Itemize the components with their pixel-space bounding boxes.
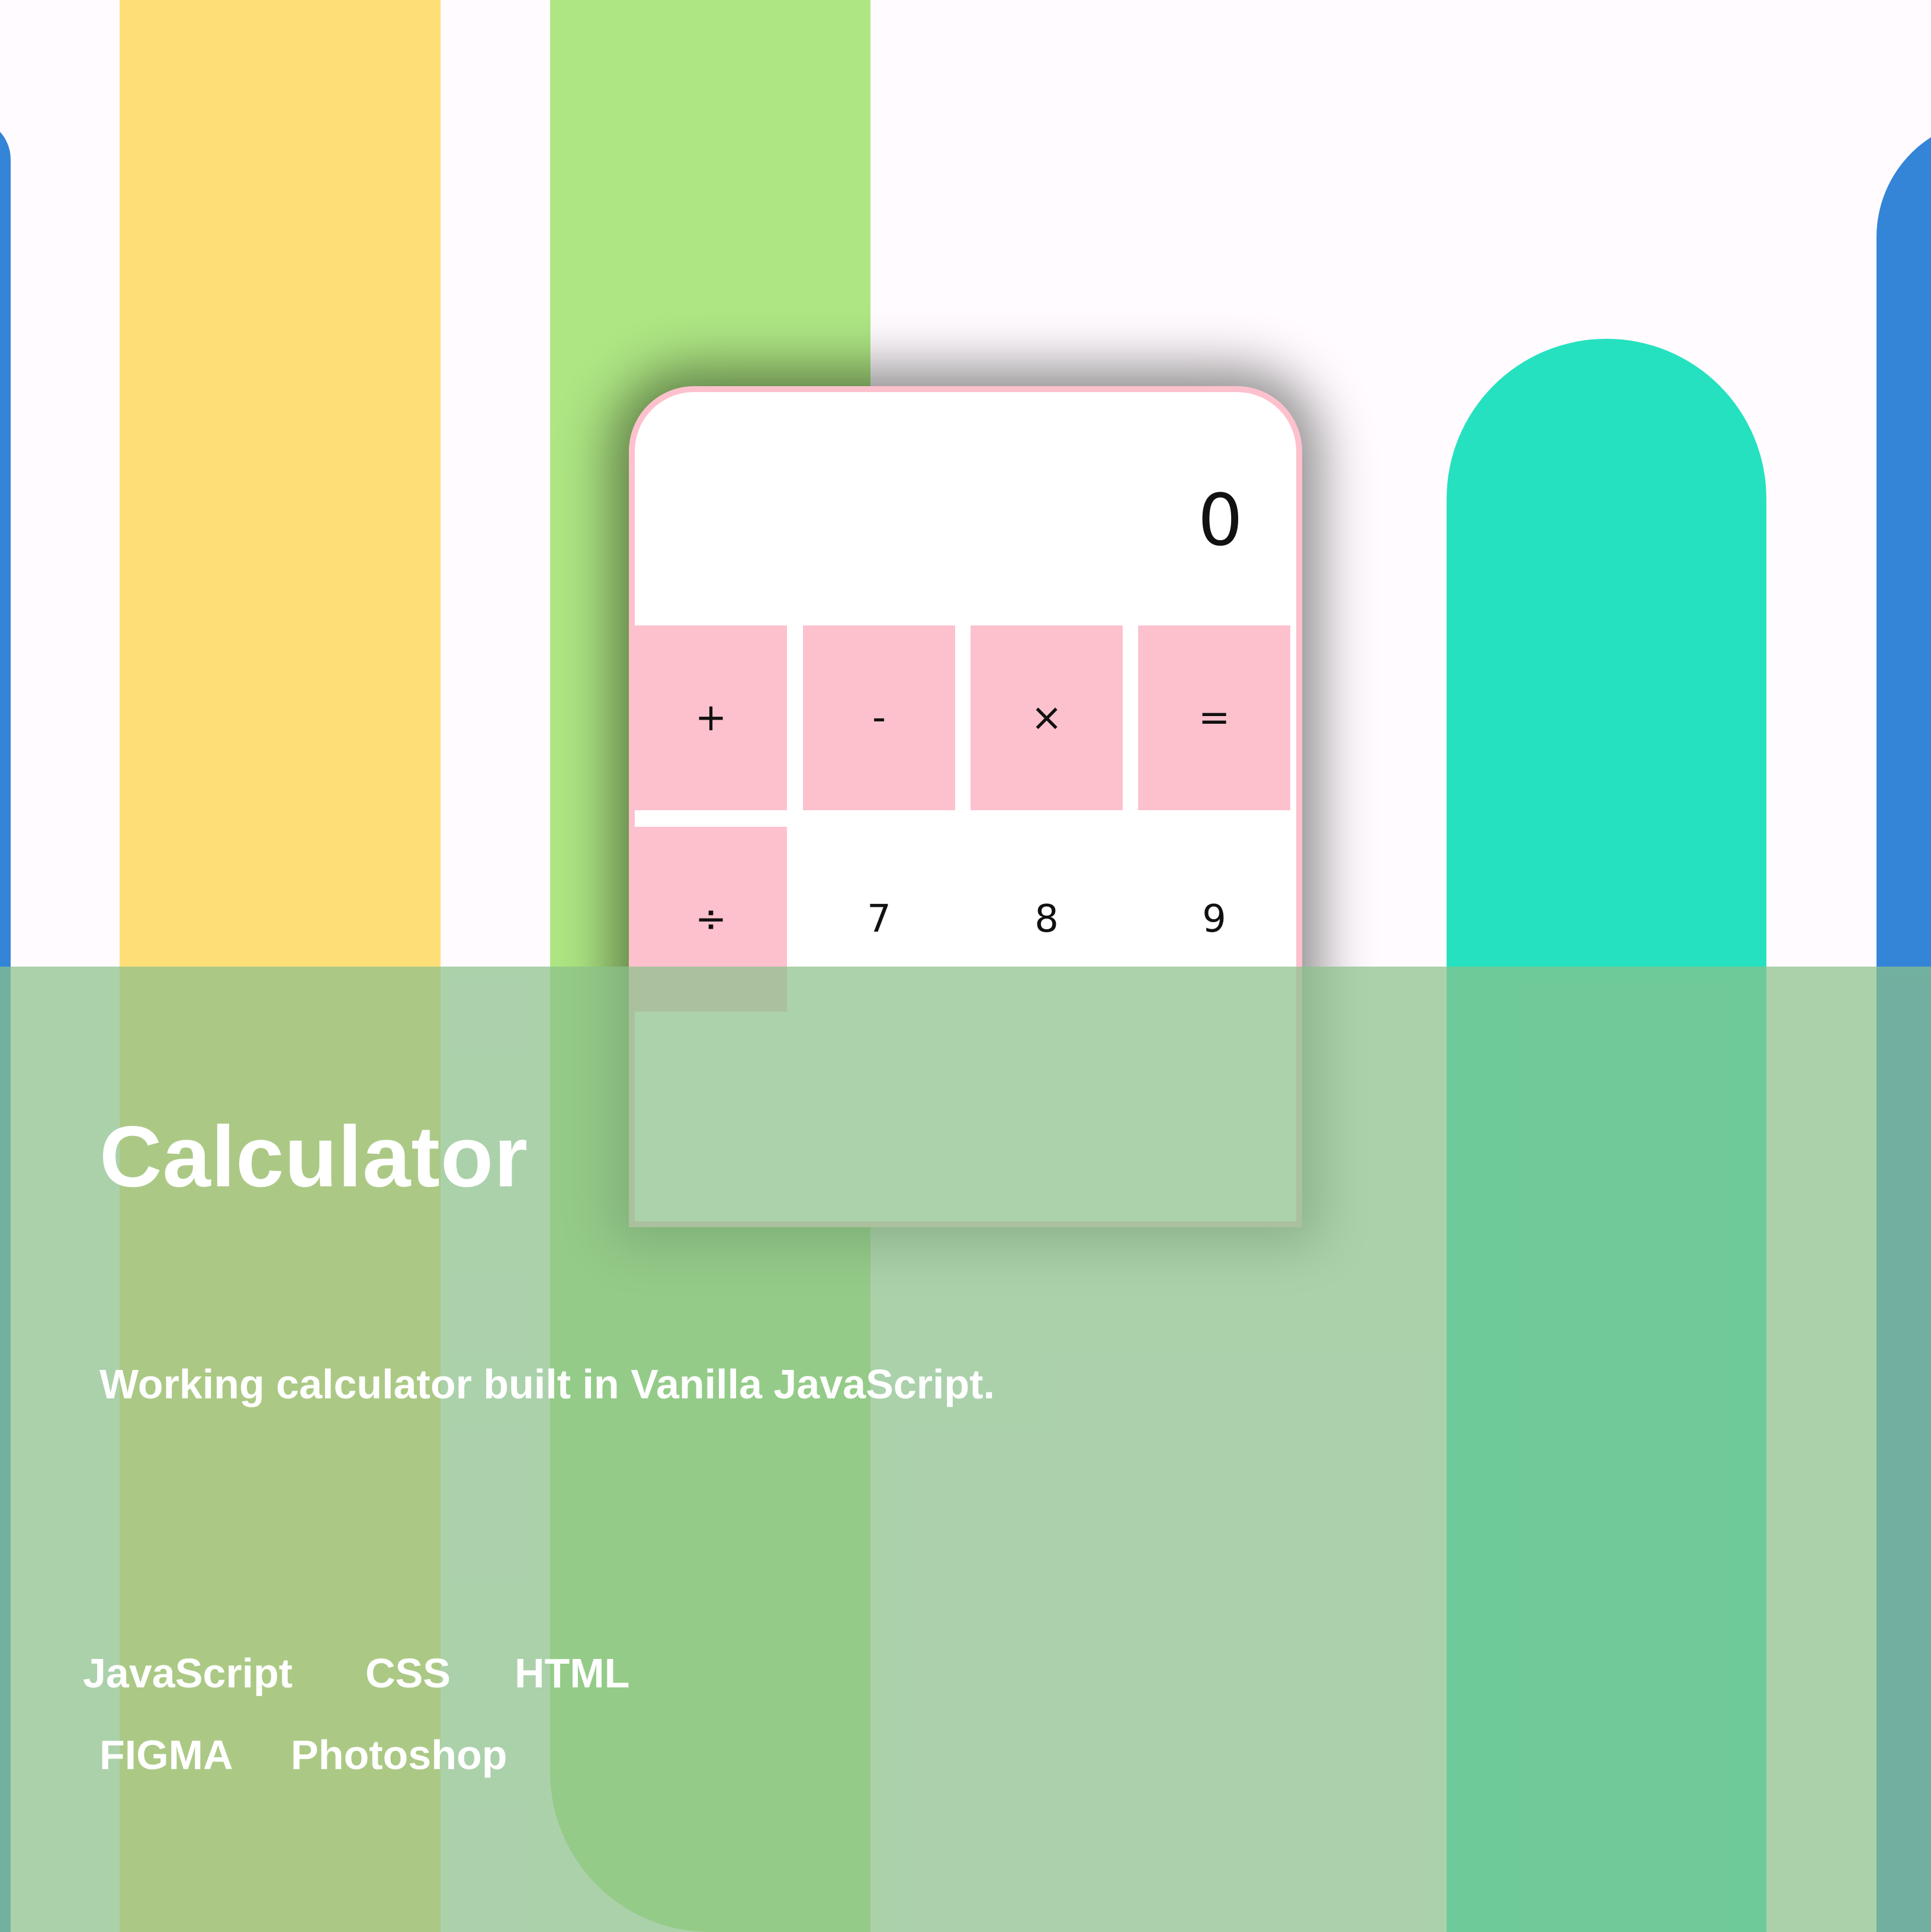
tag-css: CSS (365, 1650, 451, 1696)
project-title: Calculator (99, 1108, 528, 1205)
tag-javascript: JavaScript (83, 1650, 293, 1696)
key-plus[interactable]: + (635, 625, 787, 810)
project-description: Working calculator built in Vanilla Java… (99, 1361, 995, 1407)
key-equals[interactable]: = (1138, 625, 1290, 810)
tag-figma: FIGMA (99, 1732, 233, 1778)
project-card[interactable]: 0 + - × = ÷ 7 8 9 Calculator Working cal… (0, 0, 1931, 1932)
tag-photoshop: Photoshop (291, 1732, 507, 1778)
tag-html: HTML (515, 1650, 630, 1696)
calculator-display: 0 (1197, 479, 1243, 562)
key-multiply[interactable]: × (971, 625, 1123, 810)
key-minus[interactable]: - (803, 625, 955, 810)
